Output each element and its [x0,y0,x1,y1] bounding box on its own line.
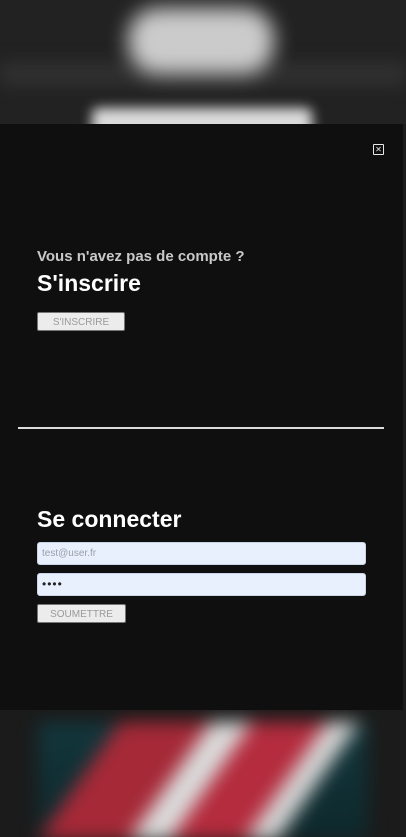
email-field[interactable]: test@user.fr [37,542,366,565]
signup-subtitle: Vous n'avez pas de compte ? [37,248,245,265]
close-icon[interactable]: ✕ [373,144,384,155]
background-image [38,722,368,837]
login-title: Se connecter [37,506,182,532]
submit-button[interactable]: SOUMETTRE [37,604,126,623]
section-divider [18,427,384,429]
auth-modal: ✕ Vous n'avez pas de compte ? S'inscrire… [0,124,403,710]
background-logo [128,8,274,74]
password-field[interactable]: •••• [37,573,366,596]
signup-button[interactable]: S'INSCRIRE [37,312,125,331]
signup-title: S'inscrire [37,270,141,296]
